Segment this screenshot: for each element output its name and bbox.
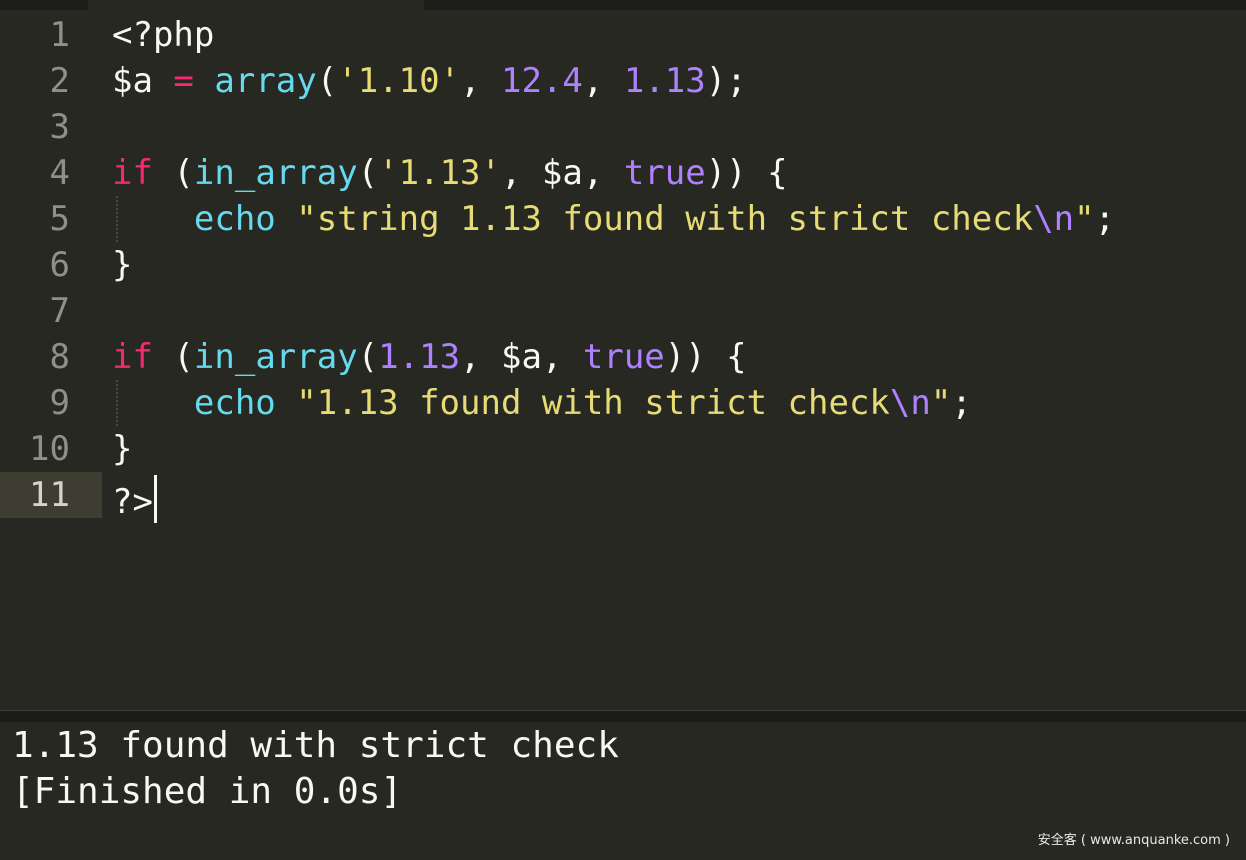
code-token: ( (357, 337, 379, 377)
code-text: } (112, 245, 132, 285)
code-token: 1.13 (378, 337, 461, 377)
code-text: $a = array('1.10', 12.4, 1.13); (112, 61, 747, 101)
code-line[interactable]: 5 echo "string 1.13 found with strict ch… (0, 196, 1246, 242)
code-line[interactable]: 6} (0, 242, 1246, 288)
code-token: in_array (193, 153, 358, 193)
code-line[interactable]: 2 $a = array('1.10', 12.4, 1.13); (0, 58, 1246, 104)
code-line[interactable]: 1 <?php (0, 12, 1246, 58)
code-token: ?> (112, 482, 153, 522)
code-line[interactable]: 4 if (in_array('1.13', $a, true)) { (0, 150, 1246, 196)
line-number: 7 (49, 291, 70, 331)
code-token: " (930, 383, 952, 423)
code-text: if (in_array('1.13', $a, true)) { (112, 153, 788, 193)
code-token: 1.13 (623, 61, 706, 101)
line-number: 5 (49, 199, 70, 239)
code-token: ; (951, 383, 972, 423)
code-token: )) { (705, 153, 788, 193)
code-token: = (173, 61, 194, 101)
code-line[interactable]: 10} (0, 426, 1246, 472)
code-text: echo "1.13 found with strict check\n"; (112, 383, 972, 423)
build-status-line: [Finished in 0.0s] (12, 771, 403, 812)
code-token: , $a, (500, 153, 624, 193)
code-token: "1.13 found with strict check (296, 383, 890, 423)
code-token: ); (705, 61, 747, 101)
line-number: 9 (49, 383, 70, 423)
line-number: 10 (29, 429, 70, 469)
code-token: } (112, 245, 133, 285)
code-line[interactable]: 8 if (in_array(1.13, $a, true)) { (0, 334, 1246, 380)
code-token: , (460, 61, 502, 101)
code-token: , $a, (460, 337, 583, 377)
code-token: echo (193, 199, 276, 239)
tab-bar (0, 0, 1246, 10)
code-token: "string 1.13 found with strict check (296, 199, 1034, 239)
code-token: " (1074, 199, 1095, 239)
code-token: '1.13' (378, 153, 501, 193)
line-number: 3 (49, 107, 70, 147)
code-token: array (214, 61, 317, 101)
code-token: in_array (193, 337, 358, 377)
code-token: \n (1033, 199, 1075, 239)
code-token: ( (152, 337, 194, 377)
code-line[interactable]: 11 ?> (0, 472, 1246, 523)
code-text: <?php (112, 15, 214, 55)
output-line: 1.13 found with strict check (12, 725, 619, 766)
code-token: 12.4 (501, 61, 583, 101)
line-number: 11 (29, 475, 70, 515)
code-line[interactable]: 3 (0, 104, 1246, 150)
code-token: ( (316, 61, 338, 101)
code-token: ; (1094, 199, 1116, 239)
code-token: , (582, 61, 624, 101)
code-token: )) { (664, 337, 747, 377)
code-token: true (623, 153, 706, 193)
code-text: if (in_array(1.13, $a, true)) { (112, 337, 747, 377)
code-text: echo "string 1.13 found with strict chec… (112, 199, 1115, 239)
code-text: ?> (112, 475, 157, 523)
code-token: '1.10' (337, 61, 461, 101)
code-line[interactable]: 7 (0, 288, 1246, 334)
code-token: } (112, 429, 133, 469)
line-number: 6 (49, 245, 70, 285)
code-editor[interactable]: 1 <?php 2 $a = array('1.10', 12.4, 1.13); 3 4… (0, 10, 1246, 710)
code-token: ( (152, 153, 194, 193)
code-token: true (582, 337, 665, 377)
line-number: 8 (49, 337, 70, 377)
code-text: } (112, 429, 132, 469)
text-cursor (153, 475, 157, 523)
line-number: 1 (49, 15, 70, 55)
code-token: ( (357, 153, 379, 193)
line-number: 2 (49, 61, 70, 101)
code-token: \n (889, 383, 931, 423)
active-tab[interactable] (88, 0, 424, 10)
code-token: echo (193, 383, 276, 423)
code-token: if (112, 337, 153, 377)
code-token: <?php (112, 15, 215, 55)
line-number: 4 (49, 153, 70, 193)
code-token: $a (112, 61, 174, 101)
watermark: 安全客 ( www.anquanke.com ) (1037, 833, 1230, 848)
code-line[interactable]: 9 echo "1.13 found with strict check\n"; (0, 380, 1246, 426)
code-token: if (112, 153, 153, 193)
